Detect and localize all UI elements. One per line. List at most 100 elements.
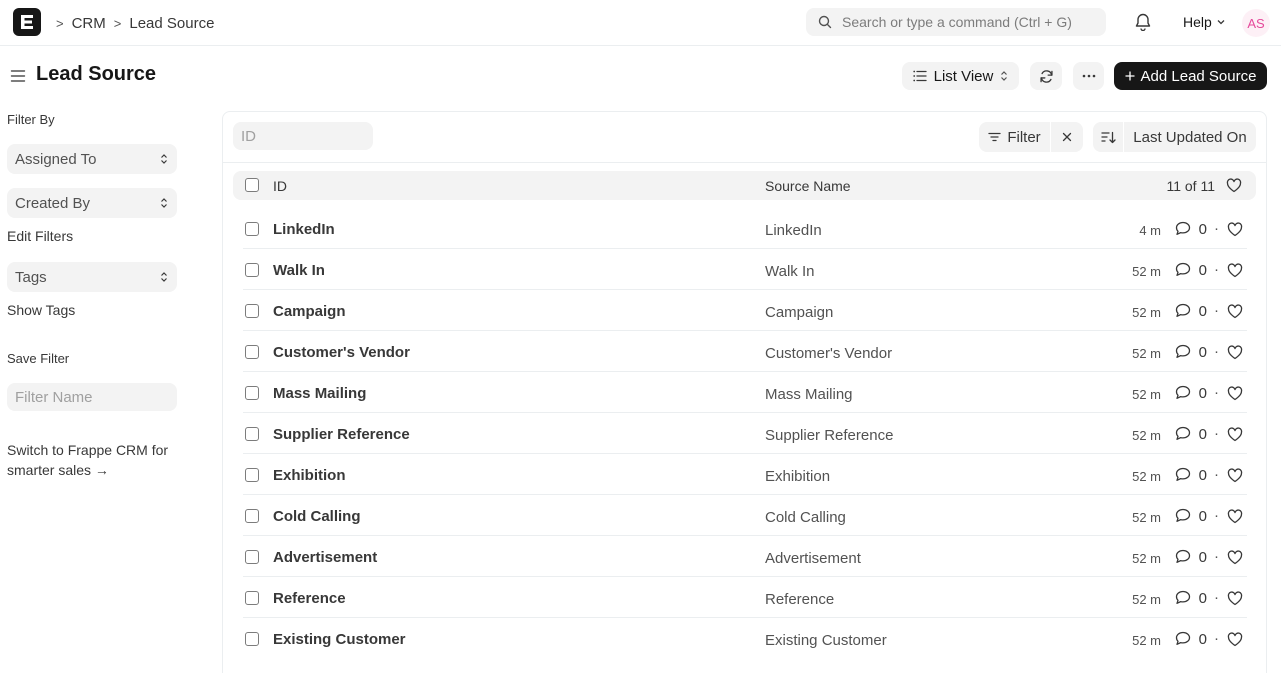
row-id[interactable]: Supplier Reference — [273, 426, 410, 443]
edit-filters-link[interactable]: Edit Filters — [7, 228, 73, 244]
switch-to-frappe-crm-link[interactable]: Switch to Frappe CRM for smarter sales → — [7, 440, 187, 480]
tags-select[interactable]: Tags — [7, 262, 177, 292]
row-checkbox[interactable] — [245, 304, 259, 318]
row-source-name: Advertisement — [765, 550, 861, 567]
list-header: ID Source Name 11 of 11 — [233, 171, 1256, 200]
clear-filters-button[interactable] — [1051, 122, 1083, 152]
row-id[interactable]: Cold Calling — [273, 508, 361, 525]
table-row[interactable]: Exhibition Exhibition 52 m 0 · — [243, 454, 1247, 495]
row-checkbox[interactable] — [245, 263, 259, 277]
table-row[interactable]: Supplier Reference Supplier Reference 52 m… — [243, 413, 1247, 454]
heart-icon[interactable] — [1227, 427, 1243, 442]
row-checkbox[interactable] — [245, 222, 259, 236]
list-icon — [912, 70, 927, 82]
row-id[interactable]: Campaign — [273, 303, 346, 320]
row-modified-time: 52 m — [1132, 592, 1161, 607]
sort-direction-button[interactable] — [1093, 122, 1123, 152]
row-id[interactable]: Customer's Vendor — [273, 344, 410, 361]
table-row[interactable]: Cold Calling Cold Calling 52 m 0 · — [243, 495, 1247, 536]
heart-icon[interactable] — [1227, 509, 1243, 524]
row-checkbox[interactable] — [245, 386, 259, 400]
row-checkbox[interactable] — [245, 591, 259, 605]
refresh-button[interactable] — [1030, 62, 1062, 90]
row-source-name: Walk In — [765, 263, 815, 280]
table-row[interactable]: Campaign Campaign 52 m 0 · — [243, 290, 1247, 331]
row-source-name: Mass Mailing — [765, 386, 853, 403]
created-by-select[interactable]: Created By — [7, 188, 177, 218]
id-filter-input[interactable]: ID — [233, 122, 373, 150]
filter-button[interactable]: Filter — [979, 122, 1050, 152]
add-lead-source-label: Add Lead Source — [1140, 67, 1257, 85]
tags-label: Tags — [15, 268, 47, 286]
comment-icon — [1175, 303, 1191, 317]
table-row[interactable]: LinkedIn LinkedIn 4 m 0 · — [243, 208, 1247, 249]
table-row[interactable]: Customer's Vendor Customer's Vendor 52 m 0 · — [243, 331, 1247, 372]
row-checkbox[interactable] — [245, 550, 259, 564]
bell-icon[interactable] — [1135, 13, 1151, 34]
chevron-up-down-icon — [161, 198, 167, 208]
show-tags-link[interactable]: Show Tags — [7, 302, 75, 318]
heart-icon[interactable] — [1226, 178, 1242, 193]
select-all-checkbox[interactable] — [245, 178, 259, 192]
row-source-name: LinkedIn — [765, 222, 822, 239]
row-modified-time: 52 m — [1132, 428, 1161, 443]
created-by-label: Created By — [15, 194, 91, 212]
sort-by-button[interactable]: Last Updated On — [1124, 122, 1256, 152]
breadcrumb-lead-source[interactable]: Lead Source — [129, 15, 214, 32]
heart-icon[interactable] — [1227, 345, 1243, 360]
row-id[interactable]: Walk In — [273, 262, 325, 279]
row-id[interactable]: Existing Customer — [273, 631, 406, 648]
row-id[interactable]: Reference — [273, 590, 346, 607]
add-lead-source-button[interactable]: Add Lead Source — [1114, 62, 1267, 90]
assigned-to-select[interactable]: Assigned To — [7, 144, 177, 174]
record-count: 11 of 11 — [1166, 178, 1215, 194]
row-checkbox[interactable] — [245, 427, 259, 441]
filter-icon — [988, 132, 1001, 142]
table-row[interactable]: Walk In Walk In 52 m 0 · — [243, 249, 1247, 290]
separator-dot: · — [1214, 343, 1219, 360]
help-dropdown[interactable]: Help — [1183, 14, 1226, 30]
row-modified-time: 52 m — [1132, 305, 1161, 320]
comment-icon — [1175, 590, 1191, 604]
row-checkbox[interactable] — [245, 468, 259, 482]
table-row[interactable]: Reference Reference 52 m 0 · — [243, 577, 1247, 618]
breadcrumb-crm[interactable]: CRM — [72, 15, 106, 32]
heart-icon[interactable] — [1227, 222, 1243, 237]
hamburger-menu-icon[interactable] — [10, 68, 26, 87]
search-bar[interactable]: Search or type a command (Ctrl + G) — [806, 8, 1106, 36]
column-header-id[interactable]: ID — [273, 178, 287, 194]
separator-dot: · — [1214, 589, 1219, 606]
row-id[interactable]: Advertisement — [273, 549, 377, 566]
row-source-name: Reference — [765, 591, 835, 608]
heart-icon[interactable] — [1227, 386, 1243, 401]
heart-icon[interactable] — [1227, 304, 1243, 319]
filter-by-label: Filter By — [7, 112, 55, 127]
heart-icon[interactable] — [1227, 550, 1243, 565]
comment-icon — [1175, 426, 1191, 440]
table-row[interactable]: Existing Customer Existing Customer 52 m 0 · — [243, 618, 1247, 659]
heart-icon[interactable] — [1227, 468, 1243, 483]
heart-icon[interactable] — [1227, 591, 1243, 606]
list-rows: LinkedIn LinkedIn 4 m 0 · Walk In Walk In 52 m 0… — [243, 208, 1247, 659]
row-id[interactable]: LinkedIn — [273, 221, 335, 238]
row-checkbox[interactable] — [245, 345, 259, 359]
table-row[interactable]: Advertisement Advertisement 52 m 0 · — [243, 536, 1247, 577]
row-comment-count: 0 — [1198, 590, 1207, 607]
row-source-name: Exhibition — [765, 468, 831, 485]
row-id[interactable]: Mass Mailing — [273, 385, 366, 402]
column-header-source-name[interactable]: Source Name — [765, 178, 851, 194]
list-view-select[interactable]: List View — [902, 62, 1019, 90]
comment-icon — [1175, 344, 1191, 358]
row-checkbox[interactable] — [245, 509, 259, 523]
more-actions-button[interactable] — [1073, 62, 1104, 90]
row-checkbox[interactable] — [245, 632, 259, 646]
filter-name-input[interactable]: Filter Name — [7, 383, 177, 411]
heart-icon[interactable] — [1227, 263, 1243, 278]
chevron-up-down-icon — [161, 154, 167, 164]
table-row[interactable]: Mass Mailing Mass Mailing 52 m 0 · — [243, 372, 1247, 413]
avatar[interactable]: AS — [1242, 9, 1270, 37]
heart-icon[interactable] — [1227, 632, 1243, 647]
row-comment-count: 0 — [1198, 467, 1207, 484]
row-id[interactable]: Exhibition — [273, 467, 346, 484]
app-logo-icon[interactable] — [13, 8, 41, 36]
